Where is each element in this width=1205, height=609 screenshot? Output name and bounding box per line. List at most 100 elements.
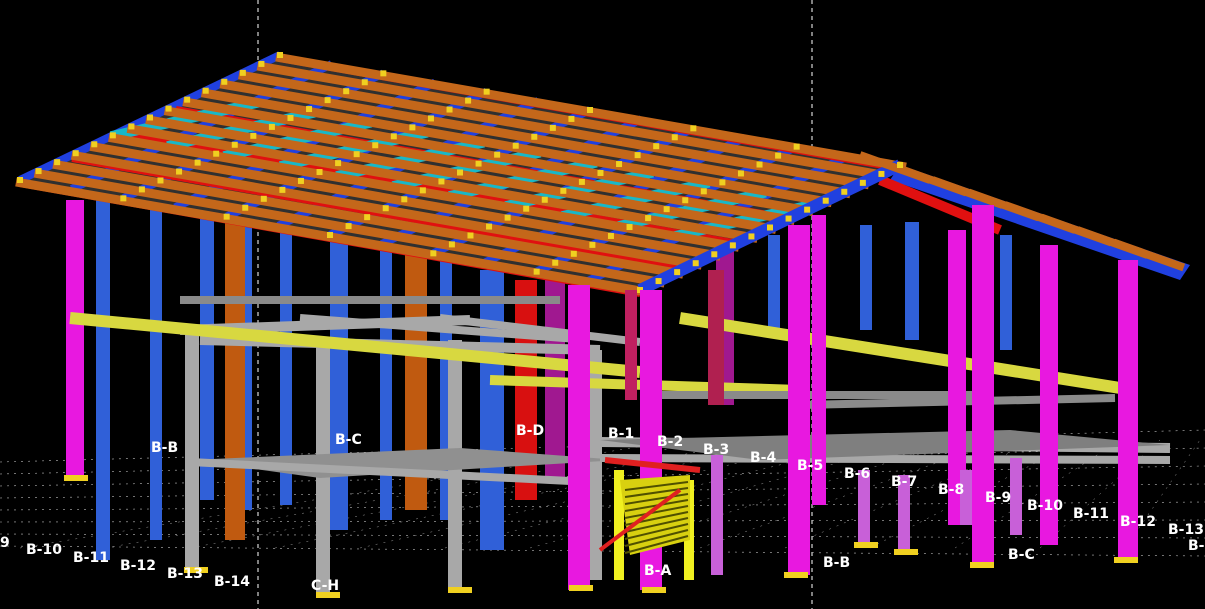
grid-label: B-12: [1120, 514, 1156, 530]
ground-grid-line: [0, 519, 1205, 523]
connection-plate: [533, 268, 540, 275]
connection-plate: [674, 269, 681, 276]
connection-plate: [316, 169, 323, 176]
structural-column: [330, 240, 348, 530]
base-plate: [854, 542, 878, 548]
grid-label: B-3: [703, 442, 729, 458]
connection-plate: [239, 69, 246, 76]
connection-plate: [719, 179, 726, 186]
grid-label: B-1: [608, 426, 634, 442]
connection-plate: [607, 232, 614, 239]
connection-plate: [448, 241, 455, 248]
structural-column: [96, 200, 110, 560]
connection-plate: [467, 232, 474, 239]
connection-plate: [700, 188, 707, 195]
connection-plate: [176, 168, 183, 175]
grid-label: B-: [1188, 538, 1205, 554]
connection-plate: [202, 87, 209, 94]
connection-plate: [343, 88, 350, 95]
connection-plate: [756, 161, 763, 168]
structural-column: [568, 285, 590, 590]
structural-column: [708, 270, 724, 405]
connection-plate: [35, 168, 42, 175]
connection-plate: [213, 150, 220, 157]
structural-model-3d[interactable]: 9 B-10 B-11 B-12 B-13 B-14 C-H B-B B-C B…: [0, 0, 1205, 609]
connection-plate: [616, 161, 623, 168]
connection-plate: [793, 143, 800, 150]
ground-grid-line: [0, 501, 1205, 511]
grid-label: B-8: [938, 482, 964, 498]
connection-plate: [297, 177, 304, 184]
structural-column: [515, 280, 537, 500]
floor-beam: [180, 296, 560, 304]
connection-plate: [729, 242, 736, 249]
connection-plate: [711, 251, 718, 258]
connection-plate: [570, 250, 577, 257]
connection-plate: [335, 160, 342, 167]
connection-plate: [475, 160, 482, 167]
grid-lines: [0, 0, 1205, 609]
connection-plate: [504, 214, 511, 221]
grid-label: B-7: [891, 474, 917, 490]
connection-plate: [483, 88, 490, 95]
connection-plate: [242, 204, 249, 211]
connection-plate: [578, 178, 585, 185]
connection-plate: [184, 96, 191, 103]
structural-column: [66, 200, 84, 475]
grid-label: B-11: [1073, 506, 1109, 522]
connection-plate: [568, 115, 575, 122]
connection-plate: [361, 79, 368, 86]
connection-plate: [345, 223, 352, 230]
connection-plate: [446, 106, 453, 113]
connection-plate: [364, 214, 371, 221]
connection-plate: [401, 196, 408, 203]
grid-label: B-9: [985, 490, 1011, 506]
connection-plate: [589, 241, 596, 248]
frame-column: [185, 330, 199, 570]
base-plate: [894, 549, 918, 555]
grid-label: B-D: [516, 423, 544, 439]
connection-plate: [223, 213, 230, 220]
connection-plate: [438, 178, 445, 185]
connection-plate: [268, 123, 275, 130]
connection-plate: [645, 215, 652, 222]
connection-plate: [878, 170, 885, 177]
connection-plate: [138, 186, 145, 193]
connection-plate: [541, 196, 548, 203]
roof-structure: [15, 51, 1190, 297]
connection-plate: [841, 188, 848, 195]
connection-plate: [147, 114, 153, 121]
connection-plate: [72, 150, 79, 157]
connection-plate: [258, 60, 265, 67]
grid-label: B-C: [335, 432, 362, 448]
connection-plate: [157, 177, 164, 184]
connection-plate: [372, 142, 379, 149]
connection-plate: [409, 124, 416, 131]
short-column: [711, 455, 723, 575]
floor-beam: [819, 335, 1121, 393]
structural-column: [480, 270, 504, 550]
connection-plate: [221, 78, 228, 85]
ground-grid-line: [0, 533, 1205, 539]
connection-plate: [531, 133, 538, 140]
grid-label: 9: [0, 535, 10, 551]
connection-plate: [17, 177, 23, 183]
connection-plate: [120, 195, 127, 202]
connection-plate: [54, 159, 61, 166]
grid-label: B-4: [750, 450, 776, 466]
connection-plate: [785, 215, 792, 222]
connection-plate: [324, 97, 331, 104]
connection-plate: [587, 107, 593, 113]
model-viewport[interactable]: 9 B-10 B-11 B-12 B-13 B-14 C-H B-B B-C B…: [0, 0, 1205, 609]
connection-plate: [859, 179, 866, 186]
connection-plate: [427, 115, 434, 122]
structural-column: [1000, 235, 1012, 350]
base-plate: [784, 572, 808, 578]
frame-beam: [599, 454, 1171, 464]
grid-label: B-10: [26, 542, 62, 558]
connection-plate: [128, 123, 135, 130]
connection-plate: [737, 170, 744, 177]
ground-grid-line: [0, 465, 1205, 487]
base-plate: [642, 587, 666, 593]
grid-label: B-10: [1027, 498, 1063, 514]
